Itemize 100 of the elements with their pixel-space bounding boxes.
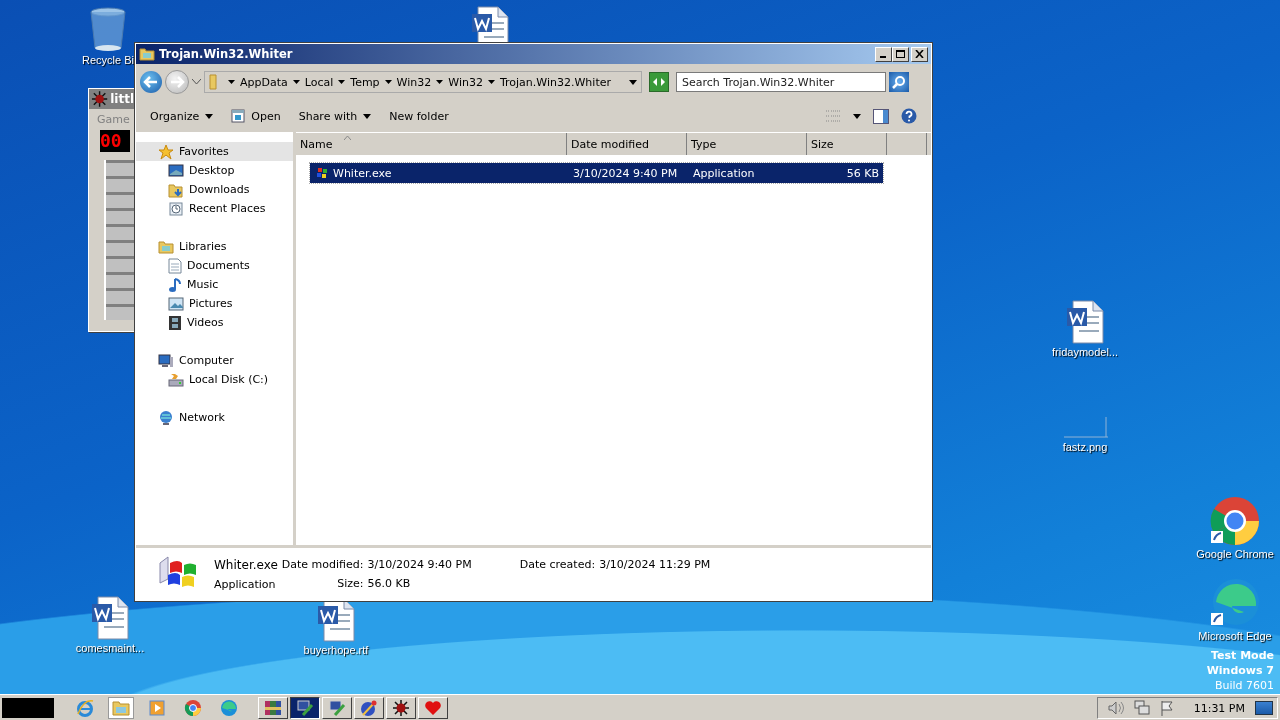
computer-icon — [158, 352, 174, 369]
icon-label[interactable]: Recycle Bi — [82, 54, 134, 67]
help-button[interactable] — [901, 108, 917, 124]
dropdown-arrow-icon[interactable] — [292, 80, 300, 84]
breadcrumb[interactable]: Win32 — [396, 75, 432, 89]
file-row[interactable]: Whiter.exe 3/10/2024 9:40 PM Application 56 KB — [310, 163, 883, 183]
nav-item[interactable]: Documents — [136, 256, 293, 275]
nav-item[interactable]: Network — [136, 408, 293, 427]
disk-drive-icon — [168, 371, 184, 388]
preview-pane-icon — [873, 108, 889, 124]
nav-item[interactable]: Libraries — [136, 237, 293, 256]
window-title: littl — [110, 92, 134, 106]
table-cell: 56 KB — [846, 166, 879, 180]
nav-item[interactable]: Downloads — [136, 180, 293, 199]
forward-button[interactable] — [165, 70, 189, 94]
nav-item[interactable]: Local Disk (C:) — [136, 370, 293, 389]
monitor-icon — [296, 699, 314, 717]
dropdown-arrow-icon[interactable] — [384, 80, 392, 84]
nav-item[interactable]: Desktop — [136, 161, 293, 180]
monitor-icon — [328, 699, 346, 717]
folder-download-icon — [168, 181, 184, 198]
heart-icon — [424, 700, 442, 716]
search-icon — [892, 75, 906, 89]
globe-icon — [360, 699, 378, 717]
icon-label[interactable]: fastz.png — [1062, 441, 1108, 454]
internet-explorer-icon — [76, 699, 94, 717]
column-header[interactable]: Size — [807, 133, 887, 155]
back-button[interactable] — [140, 71, 162, 93]
dropdown-arrow-icon[interactable] — [487, 80, 495, 84]
nav-item[interactable]: Videos — [136, 313, 293, 332]
document-icon — [90, 596, 130, 640]
detail-label: Size: — [336, 577, 364, 590]
table-cell: Whiter.exe — [333, 166, 392, 180]
library-folder-icon — [139, 47, 155, 61]
edge-icon — [1210, 578, 1260, 628]
media-player-icon — [149, 700, 165, 716]
flag-icon[interactable] — [1159, 700, 1174, 716]
system-watermark-text: Build 7601 — [1214, 678, 1274, 693]
network-icon[interactable] — [1133, 700, 1150, 716]
recycle-bin-icon — [89, 6, 127, 52]
taskbar-button[interactable] — [290, 697, 320, 719]
caret-icon — [205, 113, 214, 119]
folder-icon — [112, 700, 130, 716]
recent-places-icon — [168, 200, 184, 217]
image-file-icon — [1062, 415, 1108, 439]
toolbar-button[interactable]: New folder — [389, 109, 449, 123]
breadcrumb[interactable]: Local — [304, 75, 334, 89]
detail-label: Date created: — [519, 558, 596, 571]
system-watermark-text: Test Mode — [1211, 648, 1274, 663]
nav-item[interactable]: Favorites — [136, 142, 293, 161]
application-icon — [316, 167, 328, 179]
network-icon — [158, 409, 174, 426]
volume-icon[interactable] — [1107, 701, 1124, 715]
mine-icon — [392, 699, 410, 717]
search-field[interactable]: Search Trojan.Win32.Whiter — [676, 72, 886, 92]
column-header[interactable]: Type — [687, 133, 807, 155]
details-view-icon — [825, 109, 841, 123]
help-icon — [901, 108, 917, 124]
breadcrumb[interactable]: Temp — [350, 75, 380, 89]
toolbar-button[interactable]: Open — [231, 109, 281, 123]
refresh-button[interactable] — [649, 72, 669, 92]
address-bar[interactable]: AppData Local Temp Win32 Win32 Trojan.Win32.Whiter — [204, 71, 642, 93]
breadcrumb[interactable]: AppData — [240, 75, 288, 89]
table-cell: 3/10/2024 9:40 PM — [573, 166, 678, 180]
breadcrumb[interactable]: Win32 — [448, 75, 483, 89]
maximize-button[interactable] — [892, 46, 909, 62]
column-header[interactable]: Name — [296, 133, 567, 155]
breadcrumb[interactable]: Trojan.Win32.Whiter — [499, 75, 611, 89]
view-menu-button[interactable] — [853, 113, 861, 119]
table-cell: Application — [693, 166, 755, 180]
icon-label[interactable]: fridaymodel... — [1052, 346, 1118, 359]
column-header[interactable]: Date modified — [567, 133, 687, 155]
dropdown-arrow-icon[interactable] — [629, 79, 637, 85]
nav-item[interactable]: Pictures — [136, 294, 293, 313]
minimize-button[interactable] — [875, 46, 892, 62]
file-name: Whiter.exe — [214, 557, 278, 572]
show-desktop-button[interactable] — [1255, 701, 1273, 715]
clock[interactable]: 11:31 PM — [1193, 701, 1245, 715]
back-arrow-icon — [143, 75, 159, 89]
document-icon — [1065, 300, 1105, 344]
game-grid[interactable] — [104, 160, 134, 320]
pictures-icon — [168, 296, 184, 311]
desktop-icon — [168, 163, 184, 178]
chrome-icon — [1210, 496, 1260, 546]
search-button[interactable] — [889, 72, 909, 92]
close-button[interactable] — [911, 46, 928, 62]
toolbar-button[interactable]: Share with — [298, 109, 372, 123]
preview-pane-button[interactable] — [873, 108, 889, 124]
nav-item[interactable]: Recent Places — [136, 199, 293, 218]
nav-item[interactable]: Computer — [136, 351, 293, 370]
forward-arrow-icon — [169, 75, 185, 89]
dropdown-arrow-icon[interactable] — [228, 80, 235, 84]
dropdown-arrow-icon[interactable] — [436, 80, 444, 84]
icon-label[interactable]: Google Chrome — [1196, 548, 1274, 561]
toolbar-button[interactable]: Organize — [150, 109, 214, 123]
nav-item[interactable]: Music — [136, 275, 293, 294]
window-title: Trojan.Win32.Whiter — [159, 47, 293, 61]
start-button[interactable] — [2, 698, 54, 718]
dropdown-arrow-icon[interactable] — [338, 80, 346, 84]
film-icon — [168, 314, 182, 331]
